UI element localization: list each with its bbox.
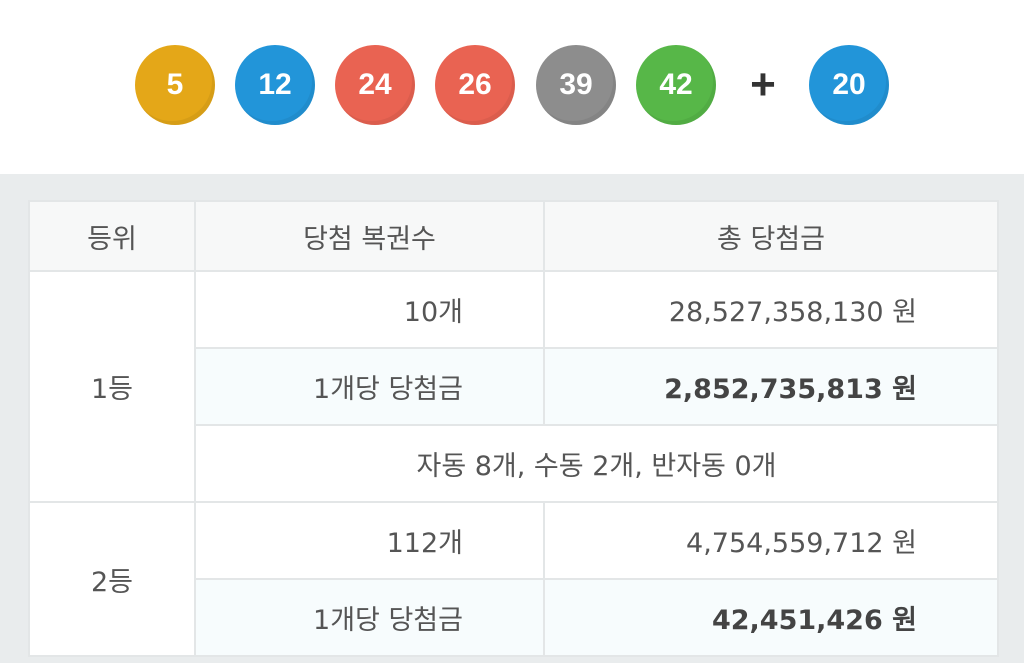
rank-1-breakdown: 자동 8개, 수동 2개, 반자동 0개 (194, 424, 999, 503)
rank-1-count: 10개 (194, 270, 545, 349)
rank-2-per-amount: 42,451,426 원 (543, 578, 999, 657)
number-ball-6: 42 (636, 45, 716, 125)
rank-2-label: 2등 (28, 501, 196, 657)
bonus-ball: 20 (809, 45, 889, 125)
rank-1-per-label: 1개당 당첨금 (194, 347, 545, 426)
header-tickets: 당첨 복권수 (194, 200, 545, 272)
rank-2-count: 112개 (194, 501, 545, 580)
rank-1-total: 28,527,358,130 원 (543, 270, 999, 349)
number-ball-1: 5 (135, 45, 215, 125)
number-ball-4: 26 (435, 45, 515, 125)
number-ball-5: 39 (536, 45, 616, 125)
winning-numbers-area: 5 12 24 26 39 42 + 20 (0, 0, 1024, 174)
rank-2-total: 4,754,559,712 원 (543, 501, 999, 580)
header-rank: 등위 (28, 200, 196, 272)
table-header-row: 등위 당첨 복권수 총 당첨금 (28, 200, 999, 272)
prize-table: 등위 당첨 복권수 총 당첨금 1등 10개 28,527,358,130 원 … (28, 200, 999, 657)
number-ball-2: 12 (235, 45, 315, 125)
header-total: 총 당첨금 (543, 200, 999, 272)
rank-1-label: 1등 (28, 270, 196, 503)
rank-2-per-label: 1개당 당첨금 (194, 578, 545, 657)
table-row: 1등 10개 28,527,358,130 원 (28, 270, 999, 503)
table-row: 2등 112개 4,754,559,712 원 (28, 501, 999, 657)
plus-icon: + (750, 60, 776, 109)
number-ball-3: 24 (335, 45, 415, 125)
rank-1-per-amount: 2,852,735,813 원 (543, 347, 999, 426)
